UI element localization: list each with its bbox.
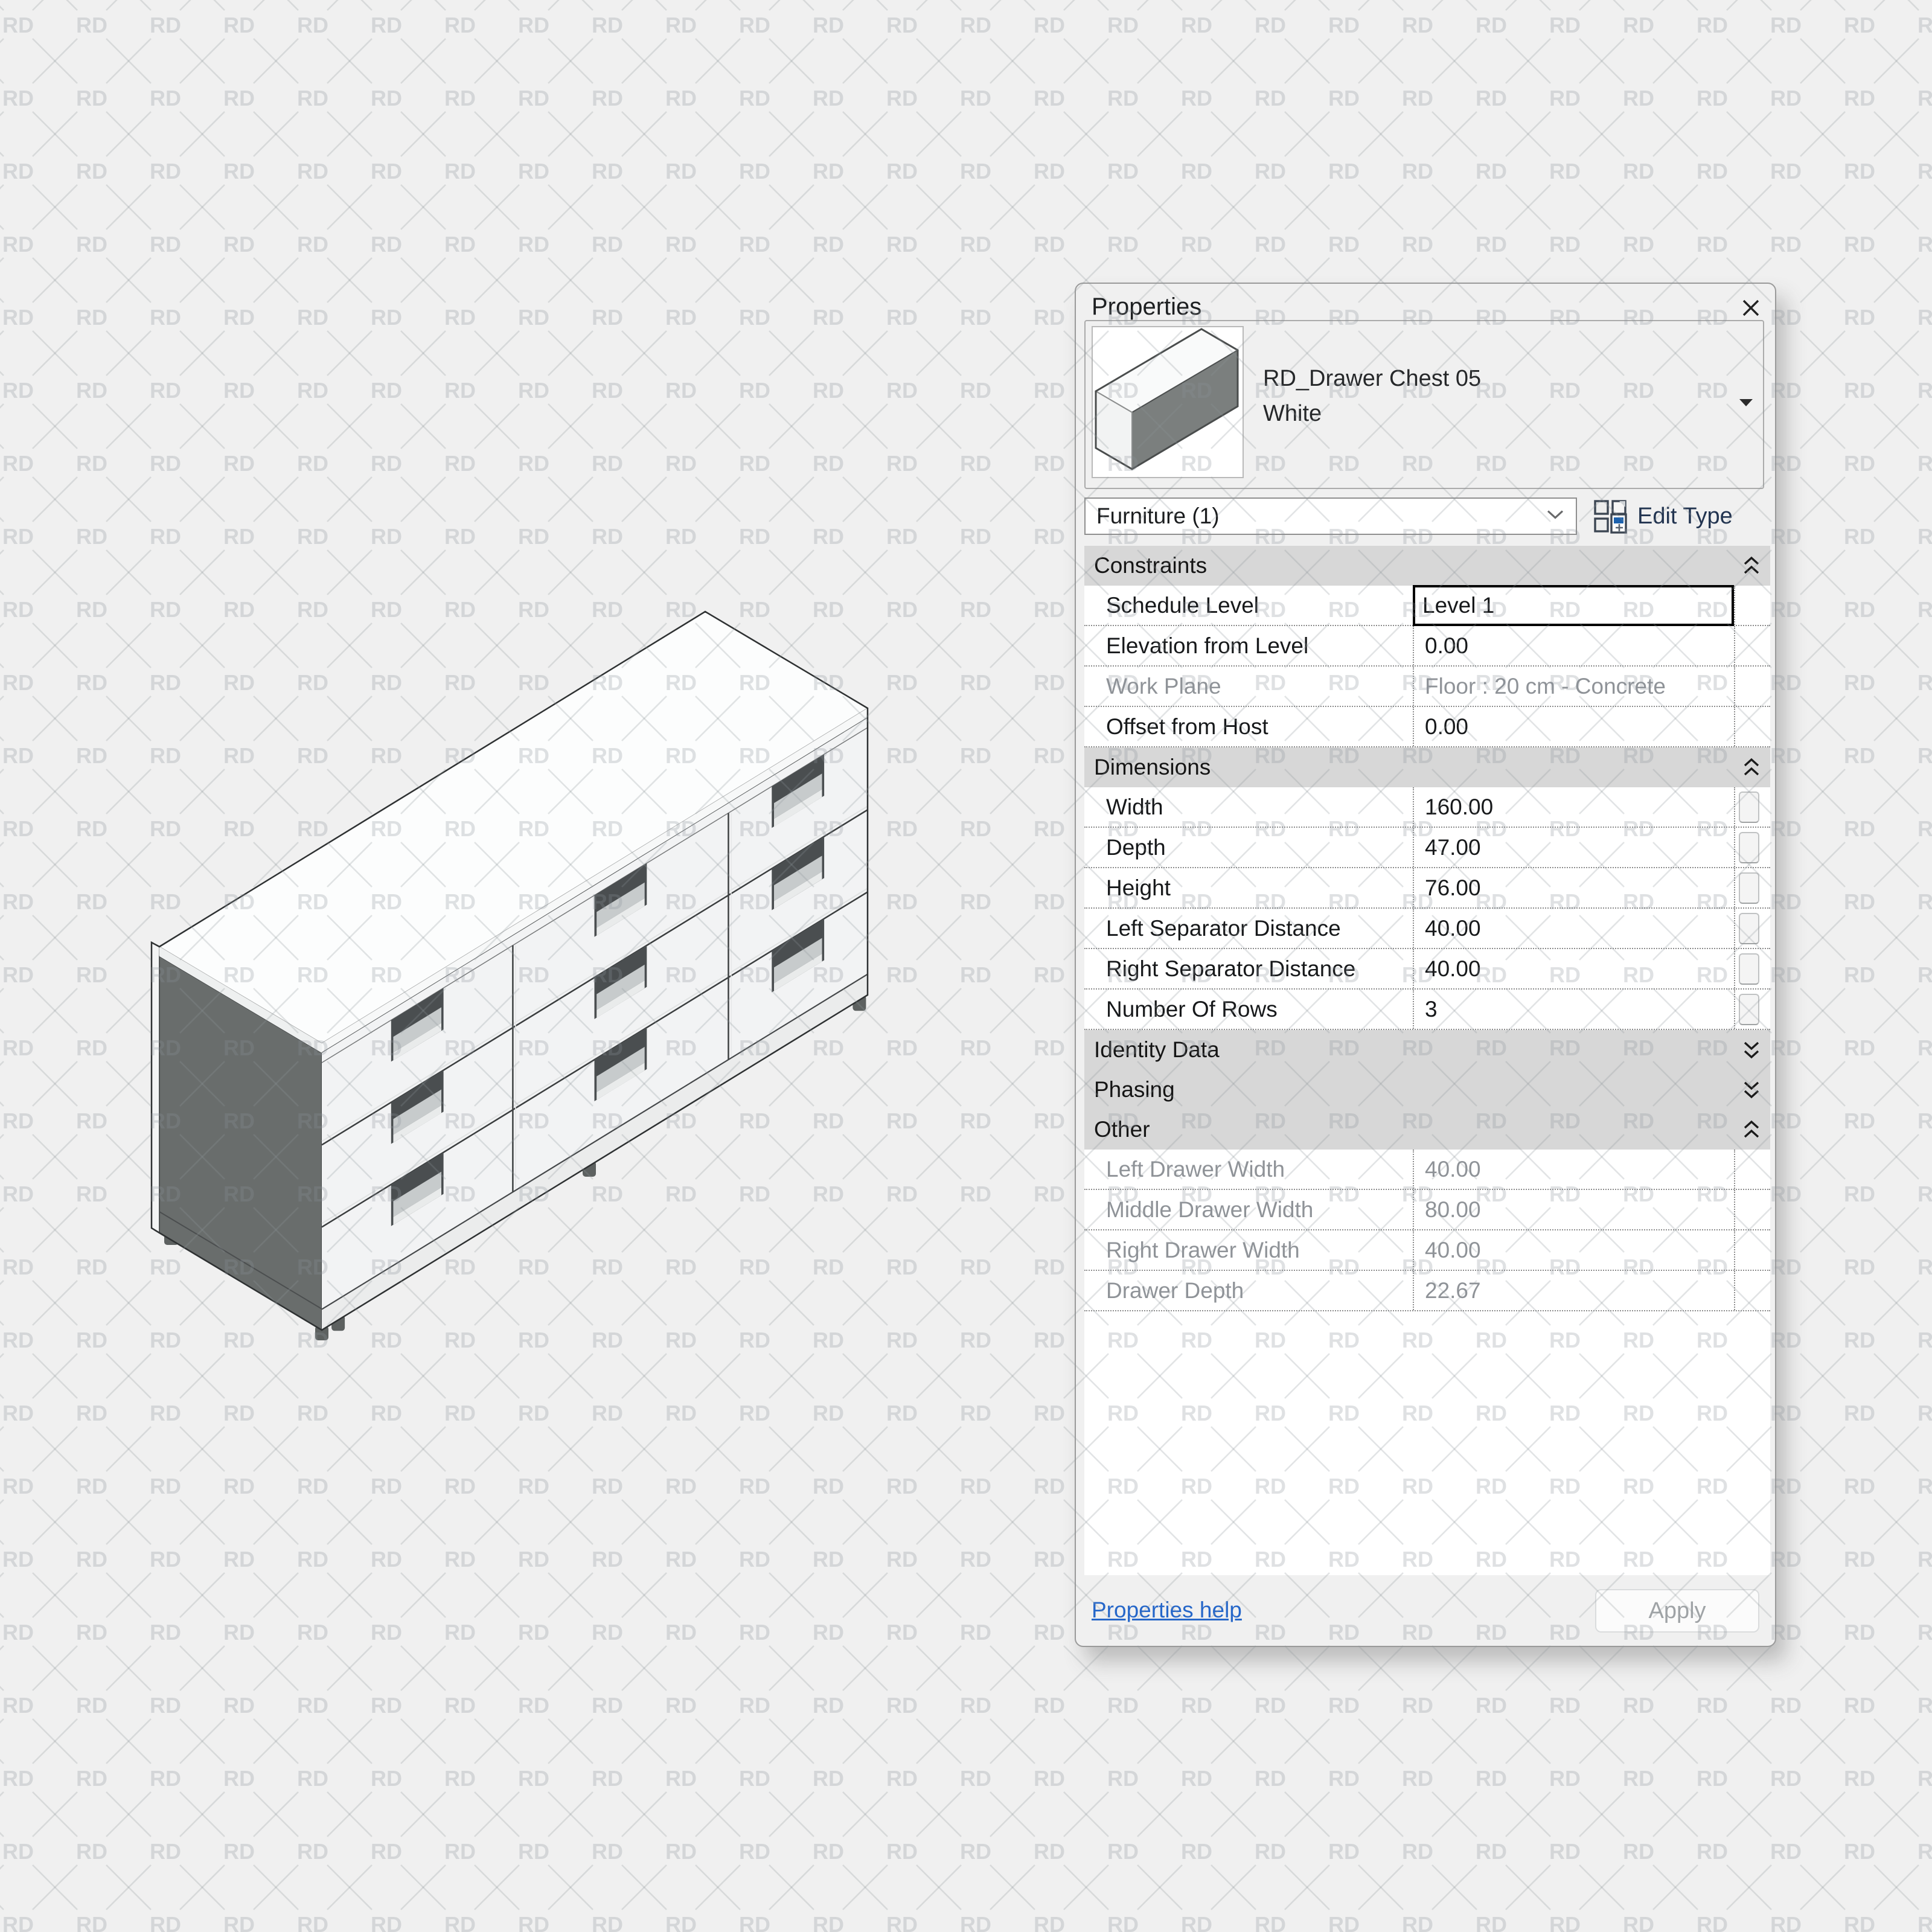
table-row: Drawer Depth 22.67 [1084,1271,1770,1311]
param-label: Drawer Depth [1106,1278,1244,1303]
param-value-depth[interactable]: 47.00 [1413,828,1734,867]
type-variant-name: White [1263,401,1322,426]
section-header-constraints[interactable]: Constraints [1084,546,1770,586]
section-label: Phasing [1094,1077,1175,1102]
table-row: Height 76.00 [1084,868,1770,909]
associate-cell [1734,626,1762,665]
associate-param-button[interactable] [1738,912,1759,944]
table-row: Offset from Host 0.00 [1084,707,1770,747]
table-row: Depth 47.00 [1084,828,1770,868]
table-row: Right Drawer Width 40.00 [1084,1230,1770,1271]
param-label: Left Drawer Width [1106,1156,1285,1182]
param-value-left-separator[interactable]: 40.00 [1413,909,1734,948]
associate-cell [1734,909,1762,948]
param-value-offset-host[interactable]: 0.00 [1413,707,1734,746]
param-label: Elevation from Level [1106,633,1309,658]
param-label: Middle Drawer Width [1106,1197,1314,1222]
associate-param-button[interactable] [1738,872,1759,904]
type-family-name: RD_Drawer Chest 05 [1263,366,1482,391]
associate-cell [1734,828,1762,867]
edit-type-icon [1594,500,1627,534]
param-label: Depth [1106,834,1166,860]
panel-title: Properties [1092,293,1202,320]
associate-param-button[interactable] [1738,831,1759,863]
param-label: Number Of Rows [1106,996,1278,1022]
section-header-phasing[interactable]: Phasing [1084,1070,1770,1110]
section-label: Identity Data [1094,1037,1220,1062]
edit-type-button[interactable]: Edit Type [1593,495,1733,537]
type-name: RD_Drawer Chest 05 White [1263,361,1481,431]
param-label: Offset from Host [1106,714,1268,739]
associate-cell [1734,1230,1762,1270]
param-label: Schedule Level [1106,592,1259,618]
close-icon[interactable] [1740,297,1762,319]
section-header-identity-data[interactable]: Identity Data [1084,1030,1770,1070]
param-value-height[interactable]: 76.00 [1413,868,1734,907]
associate-cell [1734,586,1762,625]
param-value-middle-drawer-width: 80.00 [1413,1190,1734,1229]
table-row: Width 160.00 [1084,787,1770,828]
section-header-dimensions[interactable]: Dimensions [1084,747,1770,787]
revit-canvas: Properties RD_Drawer Chest 05 White Furn… [0,0,1932,1932]
param-value-drawer-depth: 22.67 [1413,1271,1734,1310]
associate-cell [1734,949,1762,988]
category-filter-value: Furniture (1) [1096,504,1220,528]
associate-cell [1734,868,1762,907]
table-row: Elevation from Level 0.00 [1084,626,1770,667]
table-row: Work Plane Floor : 20 cm - Concrete [1084,667,1770,707]
param-value-number-of-rows[interactable]: 3 [1413,990,1734,1029]
param-value-right-drawer-width: 40.00 [1413,1230,1734,1270]
section-label: Dimensions [1094,755,1211,779]
type-selector[interactable]: RD_Drawer Chest 05 White [1084,320,1764,489]
param-label: Right Drawer Width [1106,1237,1300,1262]
table-row: Right Separator Distance 40.00 [1084,949,1770,990]
param-value-left-drawer-width: 40.00 [1413,1150,1734,1189]
param-value-schedule-level[interactable]: Level 1 [1413,585,1734,626]
table-row: Schedule Level Level 1 [1084,585,1770,626]
expand-down-icon [1742,1040,1761,1060]
collapse-up-icon [1742,555,1761,576]
param-value-elevation[interactable]: 0.00 [1413,626,1734,665]
type-thumbnail-icon [1095,328,1239,470]
table-row: Number Of Rows 3 [1084,990,1770,1030]
table-row: Left Drawer Width 40.00 [1084,1150,1770,1190]
associate-cell [1734,787,1762,827]
param-value-right-separator[interactable]: 40.00 [1413,949,1734,988]
param-label: Width [1106,794,1163,819]
type-thumbnail [1092,326,1244,478]
associate-cell [1734,1150,1762,1189]
param-value-work-plane: Floor : 20 cm - Concrete [1413,667,1734,706]
properties-panel: Properties RD_Drawer Chest 05 White Furn… [1075,283,1776,1647]
parameter-grid: Constraints Schedule Level Level 1 Eleva… [1084,546,1770,1575]
section-label: Other [1094,1117,1150,1142]
associate-param-button[interactable] [1738,993,1759,1025]
expand-down-icon [1742,1080,1761,1100]
category-filter-select[interactable]: Furniture (1) [1084,497,1577,535]
associate-cell [1734,667,1762,706]
param-label: Height [1106,875,1171,900]
param-value-width[interactable]: 160.00 [1413,787,1734,827]
associate-param-button[interactable] [1738,791,1759,823]
associate-cell [1734,1190,1762,1229]
edit-type-label: Edit Type [1637,503,1733,529]
collapse-up-icon [1742,757,1761,778]
associate-cell [1734,990,1762,1029]
associate-param-button[interactable] [1738,953,1759,985]
section-label: Constraints [1094,553,1208,578]
chevron-down-icon [1546,510,1565,523]
apply-button[interactable]: Apply [1595,1589,1759,1633]
table-row: Left Separator Distance 40.00 [1084,909,1770,949]
type-dropdown-arrow-icon[interactable] [1738,397,1754,411]
param-label: Right Separator Distance [1106,956,1356,981]
table-row: Middle Drawer Width 80.00 [1084,1190,1770,1230]
section-header-other[interactable]: Other [1084,1110,1770,1150]
param-label: Work Plane [1106,673,1221,699]
properties-help-link[interactable]: Properties help [1092,1598,1242,1623]
associate-cell [1734,1271,1762,1310]
param-label: Left Separator Distance [1106,915,1341,941]
associate-cell [1734,707,1762,746]
collapse-up-icon [1742,1119,1761,1140]
